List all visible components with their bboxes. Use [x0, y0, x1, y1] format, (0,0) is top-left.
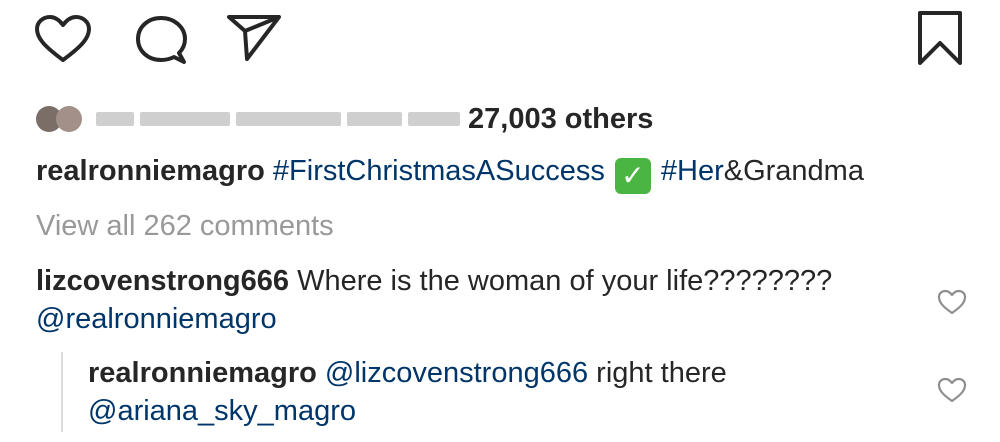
- reply-thread-line: [61, 352, 63, 432]
- comment-icon: [136, 16, 187, 64]
- comment-text: Where is the woman of your life????????: [289, 265, 833, 297]
- heart-icon: [937, 289, 967, 315]
- check-emoji: ✓: [614, 158, 651, 194]
- reply-comment: realronniemagro @lizcovenstrong666 right…: [88, 354, 868, 430]
- comment: lizcovenstrong666 Where is the woman of …: [36, 262, 836, 338]
- comment-like-button[interactable]: [937, 377, 967, 403]
- caption-username[interactable]: realronniemagro: [36, 155, 265, 187]
- avatar: [56, 106, 82, 132]
- view-all-comments-link[interactable]: View all 262 comments: [36, 210, 334, 243]
- redacted-username: [96, 112, 134, 126]
- redacted-username: [347, 112, 402, 126]
- comment-text: right there: [588, 357, 727, 389]
- likes-count[interactable]: 27,003 others: [468, 103, 653, 136]
- send-icon: [227, 15, 281, 61]
- redacted-username: [236, 112, 341, 126]
- likes-row[interactable]: 27,003 others: [36, 98, 653, 140]
- caption-text: &Grandma: [723, 155, 864, 187]
- share-button[interactable]: [225, 13, 283, 63]
- redacted-username: [408, 112, 460, 126]
- hashtag-link[interactable]: #FirstChristmasASuccess: [273, 155, 605, 187]
- mention-link[interactable]: @realronniemagro: [36, 303, 277, 335]
- caption: realronniemagro #FirstChristmasASuccess ✓…: [36, 155, 864, 194]
- like-button[interactable]: [34, 14, 92, 64]
- comment-like-button[interactable]: [937, 289, 967, 315]
- mention-link[interactable]: @ariana_sky_magro: [88, 395, 356, 427]
- bookmark-icon: [918, 11, 962, 65]
- hashtag-link[interactable]: #Her: [661, 155, 724, 187]
- save-button[interactable]: [916, 10, 964, 66]
- comment-username[interactable]: lizcovenstrong666: [36, 265, 289, 297]
- comment-username[interactable]: realronniemagro: [88, 357, 317, 389]
- heart-icon: [35, 15, 91, 62]
- redacted-username: [140, 112, 230, 126]
- comment-button[interactable]: [135, 15, 187, 65]
- heart-icon: [937, 377, 967, 403]
- mention-link[interactable]: @lizcovenstrong666: [325, 357, 588, 389]
